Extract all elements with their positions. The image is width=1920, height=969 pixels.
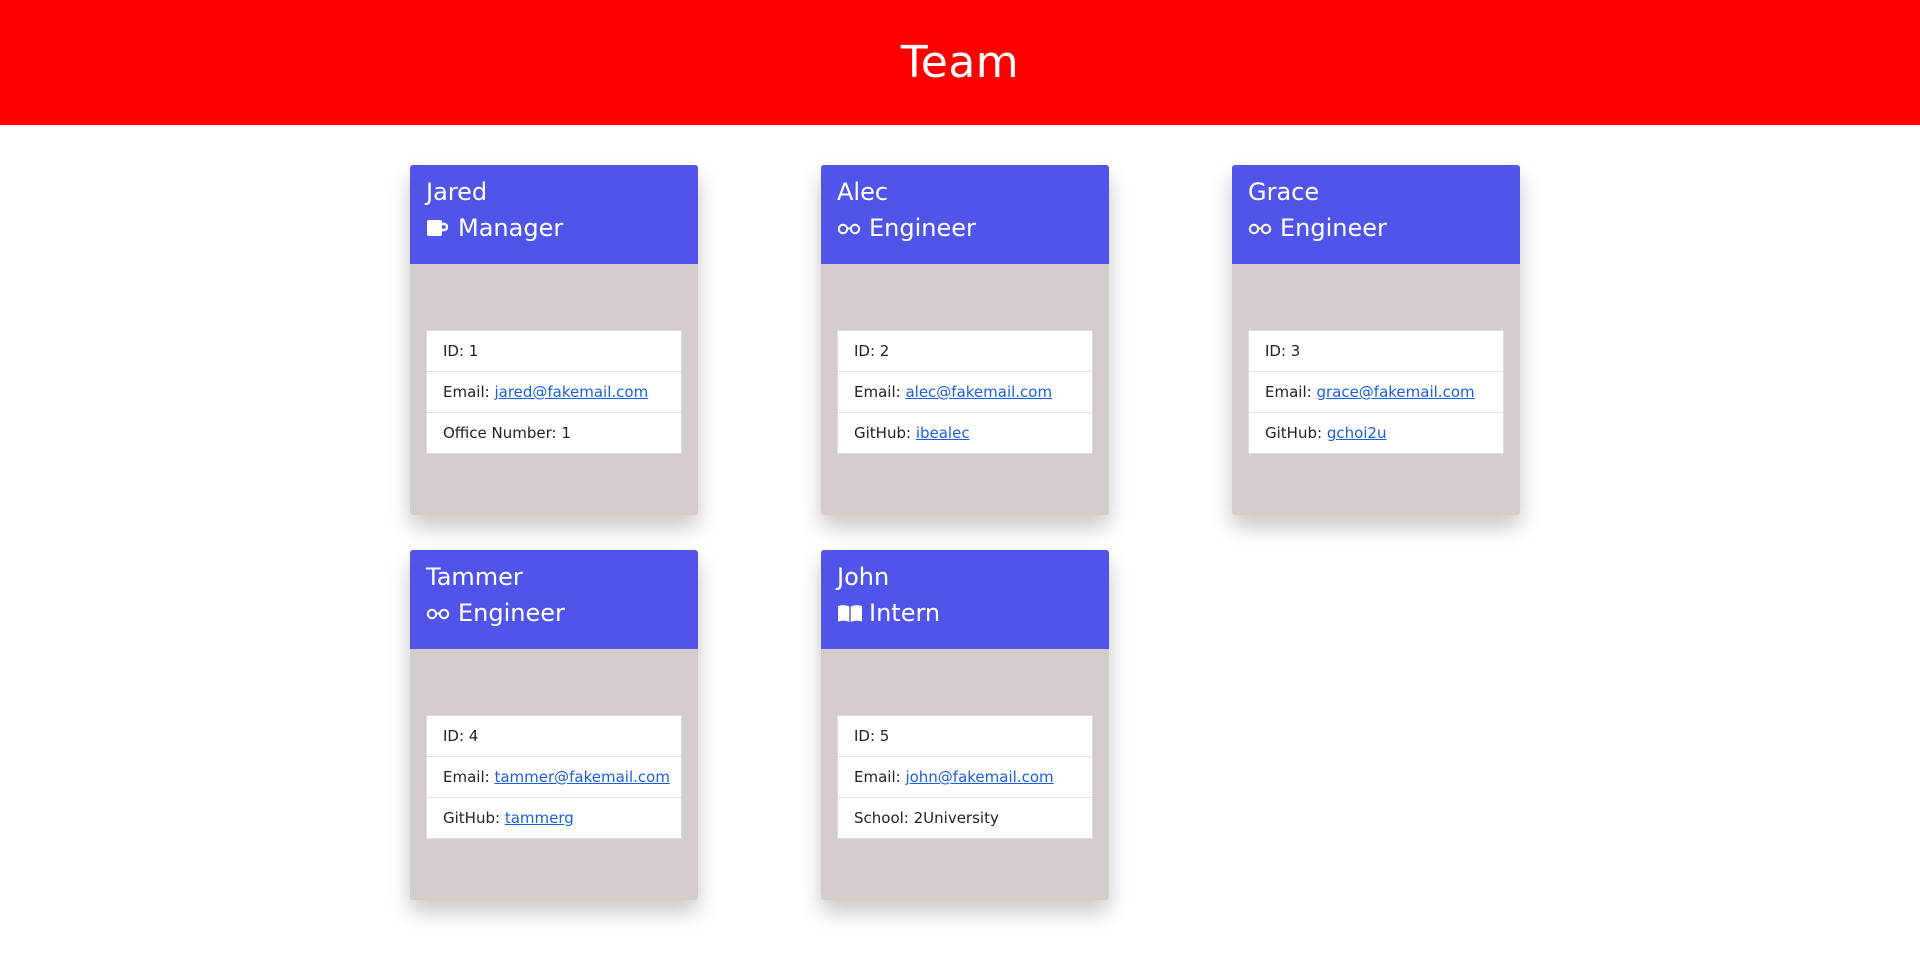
card-header: Jared Manager xyxy=(410,165,698,264)
employee-role-label: Engineer xyxy=(1280,214,1387,242)
employee-role: Engineer xyxy=(426,596,682,630)
employee-name: Jared xyxy=(426,178,488,206)
employee-role-label: Intern xyxy=(869,599,941,627)
employee-name: Grace xyxy=(1248,178,1320,206)
employee-extra: Office Number: 1 xyxy=(427,413,681,453)
info-list: ID: 3 Email: grace@fakemail.com GitHub: … xyxy=(1248,330,1504,454)
employee-role-label: Engineer xyxy=(458,599,565,627)
extra-label: School: xyxy=(854,809,914,827)
email-link[interactable]: john@fakemail.com xyxy=(905,768,1053,786)
employee-role: Intern xyxy=(837,596,1093,630)
info-list: ID: 2 Email: alec@fakemail.com GitHub: i… xyxy=(837,330,1093,454)
email-link[interactable]: jared@fakemail.com xyxy=(494,383,648,401)
employee-role: Engineer xyxy=(837,211,1093,245)
extra-label: Office Number: xyxy=(443,424,562,442)
id-label: ID: xyxy=(854,342,880,360)
extra-label: GitHub: xyxy=(443,809,505,827)
email-label: Email: xyxy=(854,383,906,401)
employee-name: Tammer xyxy=(426,563,523,591)
id-value: 4 xyxy=(468,727,479,745)
employee-card-alec: Alec Engineer ID: 2 Email: alec@fakemail… xyxy=(821,165,1109,515)
card-header: Grace Engineer xyxy=(1232,165,1520,264)
employee-card-john: John Intern ID: 5 Email: john@fakemail.c… xyxy=(821,550,1109,900)
info-list: ID: 5 Email: john@fakemail.com School: 2… xyxy=(837,715,1093,839)
employee-extra: GitHub: ibealec xyxy=(838,413,1092,453)
employee-card-tammer: Tammer Engineer ID: 4 Email: tammer@fake… xyxy=(410,550,698,900)
page-title: Team xyxy=(900,37,1020,88)
info-list: ID: 1 Email: jared@fakemail.com Office N… xyxy=(426,330,682,454)
employee-email: Email: john@fakemail.com xyxy=(838,757,1092,798)
id-value: 2 xyxy=(879,342,890,360)
glasses-icon xyxy=(1248,216,1276,240)
employee-id: ID: 4 xyxy=(427,716,681,757)
employee-id: ID: 2 xyxy=(838,331,1092,372)
email-label: Email: xyxy=(1265,383,1317,401)
id-value: 3 xyxy=(1290,342,1301,360)
employee-email: Email: jared@fakemail.com xyxy=(427,372,681,413)
github-link[interactable]: tammerg xyxy=(505,809,574,827)
employee-role-label: Manager xyxy=(458,214,564,242)
employee-role: Engineer xyxy=(1248,211,1504,245)
email-link[interactable]: alec@fakemail.com xyxy=(905,383,1052,401)
email-link[interactable]: tammer@fakemail.com xyxy=(494,768,670,786)
glasses-icon xyxy=(426,601,454,625)
school-value: 2University xyxy=(913,809,999,827)
office-number-value: 1 xyxy=(561,424,571,442)
card-header: Alec Engineer xyxy=(821,165,1109,264)
id-label: ID: xyxy=(854,727,880,745)
id-label: ID: xyxy=(443,727,469,745)
card-body: ID: 1 Email: jared@fakemail.com Office N… xyxy=(410,264,698,454)
id-value: 5 xyxy=(879,727,890,745)
info-list: ID: 4 Email: tammer@fakemail.com GitHub:… xyxy=(426,715,682,839)
id-label: ID: xyxy=(1265,342,1291,360)
github-link[interactable]: gchoi2u xyxy=(1327,424,1387,442)
employee-email: Email: tammer@fakemail.com xyxy=(427,757,681,798)
card-body: ID: 3 Email: grace@fakemail.com GitHub: … xyxy=(1232,264,1520,454)
email-label: Email: xyxy=(443,768,495,786)
employee-id: ID: 1 xyxy=(427,331,681,372)
team-grid: Jared Manager ID: 1 Email: jared@fakemai… xyxy=(410,165,1520,900)
email-link[interactable]: grace@fakemail.com xyxy=(1316,383,1474,401)
mug-icon xyxy=(426,216,454,240)
header-banner: Team xyxy=(0,0,1920,125)
id-value: 1 xyxy=(468,342,479,360)
employee-name: Alec xyxy=(837,178,889,206)
extra-label: GitHub: xyxy=(854,424,916,442)
card-body: ID: 5 Email: john@fakemail.com School: 2… xyxy=(821,649,1109,839)
card-header: John Intern xyxy=(821,550,1109,649)
employee-id: ID: 5 xyxy=(838,716,1092,757)
employee-extra: GitHub: gchoi2u xyxy=(1249,413,1503,453)
employee-extra: GitHub: tammerg xyxy=(427,798,681,838)
card-header: Tammer Engineer xyxy=(410,550,698,649)
book-icon xyxy=(837,601,865,625)
employee-role-label: Engineer xyxy=(869,214,976,242)
employee-id: ID: 3 xyxy=(1249,331,1503,372)
employee-email: Email: alec@fakemail.com xyxy=(838,372,1092,413)
email-label: Email: xyxy=(443,383,495,401)
card-body: ID: 4 Email: tammer@fakemail.com GitHub:… xyxy=(410,649,698,839)
card-body: ID: 2 Email: alec@fakemail.com GitHub: i… xyxy=(821,264,1109,454)
employee-extra: School: 2University xyxy=(838,798,1092,838)
glasses-icon xyxy=(837,216,865,240)
employee-role: Manager xyxy=(426,211,682,245)
employee-card-jared: Jared Manager ID: 1 Email: jared@fakemai… xyxy=(410,165,698,515)
extra-label: GitHub: xyxy=(1265,424,1327,442)
id-label: ID: xyxy=(443,342,469,360)
employee-card-grace: Grace Engineer ID: 3 Email: grace@fakema… xyxy=(1232,165,1520,515)
github-link[interactable]: ibealec xyxy=(916,424,970,442)
employee-name: John xyxy=(837,563,890,591)
employee-email: Email: grace@fakemail.com xyxy=(1249,372,1503,413)
email-label: Email: xyxy=(854,768,906,786)
